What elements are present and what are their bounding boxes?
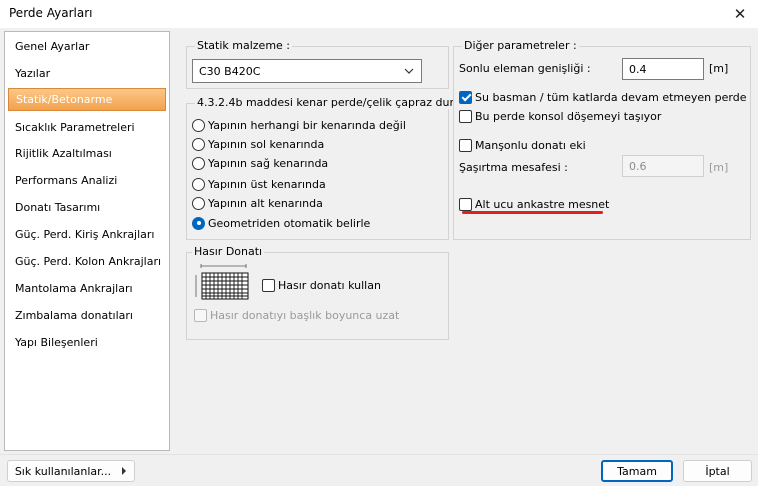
radio-button[interactable]	[192, 177, 205, 191]
radio-button[interactable]	[192, 156, 205, 170]
static-material-title: Statik malzeme :	[195, 39, 293, 52]
mesh-extend-label: Hasır donatıyı başlık boyunca uzat	[210, 308, 400, 322]
highlight-underline	[462, 211, 603, 214]
fe-width-unit: [m]	[709, 62, 729, 75]
radio-option-left[interactable]: Yapının sol kenarında	[192, 135, 324, 153]
radio-option-none[interactable]: Yapının herhangi bir kenarında değil	[192, 116, 406, 134]
sidebar-item-statik-betonarme[interactable]: Statik/Betonarme	[8, 88, 166, 111]
fe-width-input[interactable]: 0.4	[622, 58, 704, 80]
sidebar-item-sicaklik[interactable]: Sıcaklık Parametreleri	[8, 116, 166, 139]
radio-label: Yapının sağ kenarında	[208, 156, 329, 170]
radio-label: Yapının alt kenarında	[208, 196, 323, 210]
radio-option-bottom[interactable]: Yapının alt kenarında	[192, 194, 323, 212]
radio-button[interactable]	[192, 118, 205, 132]
radio-button-checked[interactable]	[192, 216, 205, 230]
sidebar-item-rijitlik[interactable]: Rijitlik Azaltılması	[8, 142, 166, 165]
chevron-right-icon	[122, 467, 127, 475]
cantilever-checkbox[interactable]	[459, 109, 472, 123]
mesh-title: Hasır Donatı	[192, 245, 265, 258]
cantilever-label: Bu perde konsol döşemeyi taşıyor	[475, 109, 662, 123]
radio-label: Yapının sol kenarında	[208, 137, 325, 151]
stagger-unit: [m]	[709, 161, 729, 174]
basement-label: Su basman / tüm katlarda devam etmeyen p…	[475, 90, 747, 104]
mesh-extend-checkbox-row[interactable]: Hasır donatıyı başlık boyunca uzat	[194, 307, 399, 323]
radio-option-right[interactable]: Yapının sağ kenarında	[192, 154, 328, 172]
radio-option-auto[interactable]: Geometriden otomatik belirle	[192, 214, 370, 232]
mesh-grid-icon	[195, 264, 249, 300]
edge-wall-title: 4.3.2.4b maddesi kenar perde/çelik çapra…	[195, 96, 488, 109]
sidebar-item-mantolama[interactable]: Mantolama Ankrajları	[8, 277, 166, 300]
radio-label: Yapının herhangi bir kenarında değil	[208, 118, 406, 132]
mesh-group: Hasır Donatı Hasır donatı kullan Hasır d…	[186, 245, 449, 340]
radio-option-top[interactable]: Yapının üst kenarında	[192, 175, 326, 193]
basement-checkbox[interactable]	[459, 90, 472, 104]
basement-checkbox-row[interactable]: Su basman / tüm katlarda devam etmeyen p…	[459, 89, 746, 105]
radio-label: Geometriden otomatik belirle	[208, 216, 371, 230]
other-params-title: Diğer parametreler :	[462, 39, 579, 52]
sidebar-item-zimbalama[interactable]: Zımbalama donatıları	[8, 304, 166, 327]
fe-width-label: Sonlu eleman genişliği :	[459, 62, 591, 75]
favorites-label: Sık kullanılanlar...	[14, 464, 112, 478]
chevron-down-icon	[404, 68, 414, 74]
mesh-use-checkbox[interactable]	[262, 278, 275, 292]
sidebar-item-performans[interactable]: Performans Analizi	[8, 169, 166, 192]
sleeve-checkbox[interactable]	[459, 138, 472, 152]
fixed-base-checkbox-row[interactable]: Alt ucu ankastre mesnet	[459, 196, 609, 212]
cantilever-checkbox-row[interactable]: Bu perde konsol döşemeyi taşıyor	[459, 108, 661, 124]
close-button[interactable]: ✕	[722, 0, 758, 28]
mesh-extend-checkbox[interactable]	[194, 308, 207, 322]
edge-wall-group: 4.3.2.4b maddesi kenar perde/çelik çapra…	[186, 96, 488, 240]
sleeve-checkbox-row[interactable]: Manşonlu donatı eki	[459, 137, 586, 153]
fixed-base-checkbox[interactable]	[459, 197, 472, 211]
sidebar-item-donati-tasarimi[interactable]: Donatı Tasarımı	[8, 196, 166, 219]
fixed-base-label: Alt ucu ankastre mesnet	[475, 197, 610, 211]
material-select-value: C30 B420C	[199, 65, 261, 78]
sidebar-item-yapi-bilesenleri[interactable]: Yapı Bileşenleri	[8, 331, 166, 354]
close-icon: ✕	[733, 5, 747, 23]
sleeve-label: Manşonlu donatı eki	[475, 138, 586, 152]
material-select[interactable]: C30 B420C	[192, 59, 422, 83]
radio-button[interactable]	[192, 196, 205, 210]
title-bar: Perde Ayarları ✕	[0, 0, 758, 28]
radio-label: Yapının üst kenarında	[208, 177, 326, 191]
sidebar: Genel Ayarlar Yazılar Statik/Betonarme S…	[4, 31, 170, 451]
cancel-button[interactable]: İptal	[683, 460, 752, 482]
static-material-group: Statik malzeme : C30 B420C	[186, 39, 449, 89]
stagger-label: Şaşırtma mesafesi :	[459, 161, 568, 174]
mesh-use-checkbox-row[interactable]: Hasır donatı kullan	[262, 277, 381, 293]
mesh-use-label: Hasır donatı kullan	[278, 278, 381, 292]
sidebar-item-kolon-ankrajlari[interactable]: Güç. Perd. Kolon Ankrajları	[8, 250, 166, 273]
window-title: Perde Ayarları	[9, 6, 93, 20]
ok-button[interactable]: Tamam	[601, 460, 673, 482]
radio-button[interactable]	[192, 137, 205, 151]
favorites-button[interactable]: Sık kullanılanlar...	[7, 460, 135, 482]
sidebar-item-genel-ayarlar[interactable]: Genel Ayarlar	[8, 35, 166, 58]
sidebar-item-yazilar[interactable]: Yazılar	[8, 62, 166, 85]
footer-separator	[0, 454, 758, 455]
sidebar-item-kiris-ankrajlari[interactable]: Güç. Perd. Kiriş Ankrajları	[8, 223, 166, 246]
stagger-input[interactable]: 0.6	[622, 155, 704, 177]
